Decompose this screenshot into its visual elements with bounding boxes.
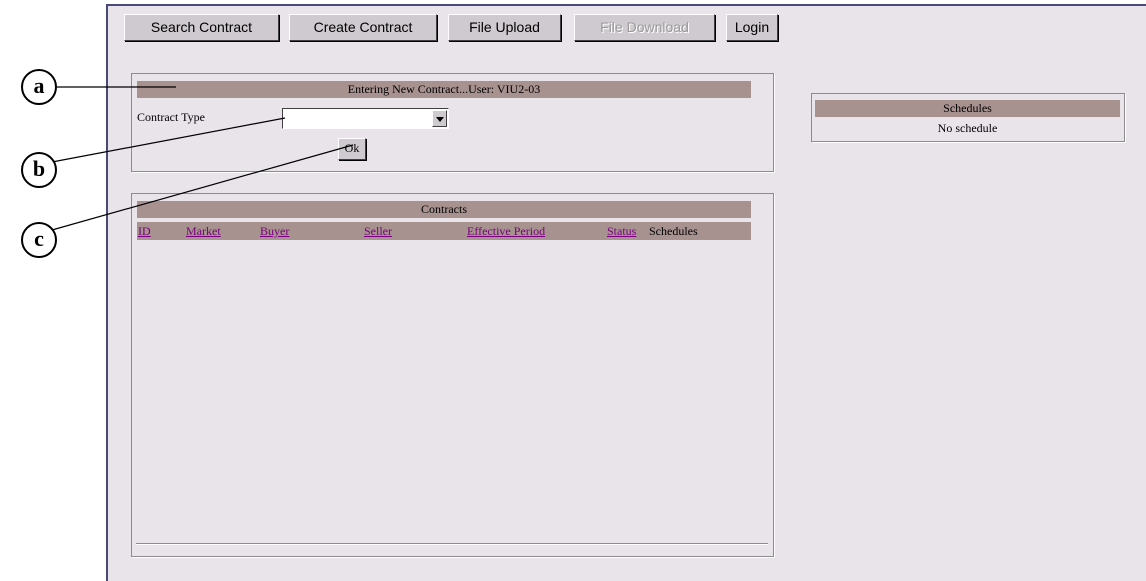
- callout-a: a: [21, 69, 57, 105]
- callout-lines: [51, 86, 354, 231]
- callout-b: b: [21, 152, 57, 188]
- callout-c: c: [21, 222, 57, 258]
